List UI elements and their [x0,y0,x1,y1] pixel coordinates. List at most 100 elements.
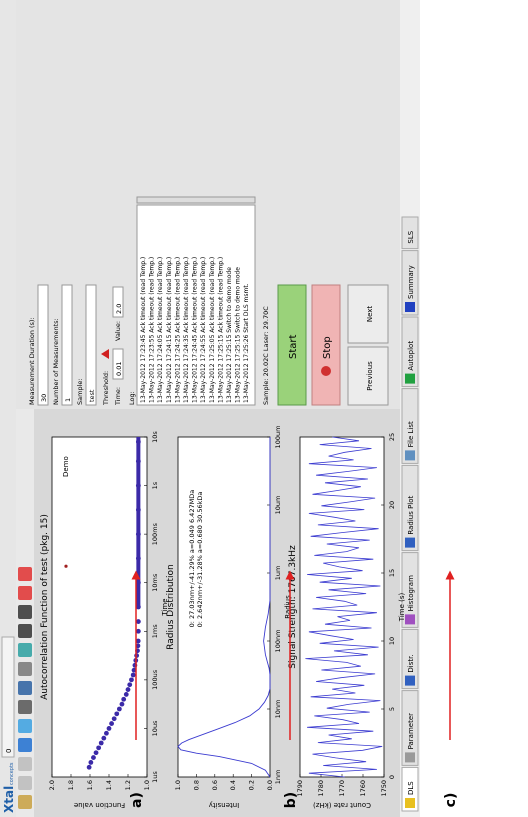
x-tick-label: 1um [274,566,282,581]
acf-point [101,735,107,741]
value-label: Value: [114,321,122,341]
next-label: Next [366,306,374,323]
tab-label: SLS [407,230,415,243]
fit-result-2: 0: 2.642nm+/-31.28% a=0.680 30.56kDa [196,492,204,628]
plot-area [51,436,148,778]
tab-label: Radius Plot [407,495,415,534]
app-logo: Xtal [2,786,16,813]
acf-point [125,687,131,692]
annotation-label: b) [283,792,299,808]
x-axis-label: Time (s) [398,593,406,623]
grid-icon[interactable] [18,643,32,657]
acf-point [91,755,96,760]
tab-label: Parameter [407,713,415,750]
bars-icon [405,675,415,686]
warning-icon [405,798,415,808]
x-tick-label: 20 [388,501,396,509]
log-line: 13-May-2012 17:25:15 Switch to demo mode [226,267,233,403]
y-tick-label: 1.0 [143,780,151,790]
y-tick-label: 0.8 [192,780,200,790]
arrows-out-icon[interactable] [18,624,32,638]
x-tick-label: 10s [151,431,159,443]
globe-icon [405,373,415,384]
lifebuoy-icon[interactable] [18,586,32,600]
field-label: Measurement Duration (s): [28,317,36,405]
y-tick-label: 0.4 [229,780,237,790]
y-tick-label: 1.8 [67,780,75,790]
y-tick-label: 1.6 [86,780,94,790]
wrench-icon [405,752,415,763]
acf-point [88,760,94,765]
circle-icon[interactable] [18,757,32,771]
log-line: 13-May-2012 17:24:55 Ack timeout (read T… [200,257,207,403]
y-tick-label: 0.6 [211,780,219,790]
log-line: 13-May-2012 17:24:45 Ack timeout (read T… [192,257,199,403]
control-panel: Measurement Duration (s): 30 Number of Mea… [16,0,400,409]
acf-point [127,682,133,688]
bottom-tab-bar: DLS Parameter Distr. Histogram Radius Plot Fi… [400,0,420,817]
acf-point [123,692,129,697]
power-icon[interactable] [18,567,32,581]
acf-point [93,750,99,756]
status-text: Sample: 20.02C Laser: 29.70C [262,306,270,405]
window-tab-label: 0 [5,749,13,753]
acf-point [98,740,104,746]
waves-icon [405,537,415,548]
log-line: 13-May-2012 17:24:25 Ack timeout (read T… [174,257,181,403]
acf-point [111,716,117,722]
y-tick-label: 1750 [380,780,388,797]
field-input[interactable] [37,284,49,406]
field-value: test [88,389,96,402]
y-tick-label: 1.2 [124,780,132,790]
brush-icon[interactable] [18,719,32,733]
demo-label: Demo [62,456,70,477]
application-window: Xtal concepts 0 DLS Parameter Distr. Histog… [0,0,420,817]
field-input[interactable] [61,284,73,406]
y-tick-label: 1760 [359,780,367,797]
y-tick-label: 1770 [338,780,346,797]
x-tick-label: 10um [274,496,282,515]
sigma-icon [405,302,415,312]
tab-label: DLS [407,781,415,795]
value-value: 2.0 [115,304,123,314]
x-tick-label: 1ms [151,624,159,638]
y-tick-label: 2.0 [48,780,56,790]
acf-point [130,672,136,678]
save-icon[interactable] [18,681,32,695]
log-line: 13-May-2012 17:23:45 Ack timeout (read T… [140,257,147,403]
log-scrollbar [136,196,256,204]
time-label: Time: [114,387,122,406]
x-tick-label: 15 [388,569,396,577]
log-line: 13-May-2012 17:24:15 Ack timeout (read T… [166,257,173,403]
y-tick-label: 0.0 [266,780,274,790]
acf-point [114,711,120,717]
x-tick-label: 100nm [274,630,282,653]
window-tab[interactable] [1,636,15,758]
circle-icon[interactable] [18,776,32,790]
edit-icon[interactable] [18,795,32,809]
acf-point [86,764,92,770]
histogram-icon [405,614,415,625]
app-logo-subtitle: concepts [9,762,15,785]
x-tick-label: 10nm [274,700,282,719]
annotation-label: a) [129,792,145,808]
x-tick-label: 1s [151,481,159,489]
y-tick-label: 1780 [317,780,325,797]
time-value: 0.01 [115,362,123,376]
file-icon [405,450,415,461]
acf-point [109,721,114,726]
x-tick-label: 100us [151,669,159,690]
print-icon[interactable] [18,662,32,676]
field-value: 1 [64,398,72,402]
field-input[interactable] [85,284,97,406]
tab-label: Histogram [407,575,415,611]
tab-label: Autoplot [407,341,415,371]
monitor-icon[interactable] [18,700,32,714]
marker-dot [64,564,68,568]
acf-point [119,701,125,707]
arrows-in-icon[interactable] [18,605,32,619]
acf-point [96,745,102,751]
stop-icon [321,366,331,376]
log-line: 13-May-2012 17:25:26 Start DLS msmt. [243,283,250,403]
move-icon[interactable] [18,738,32,752]
